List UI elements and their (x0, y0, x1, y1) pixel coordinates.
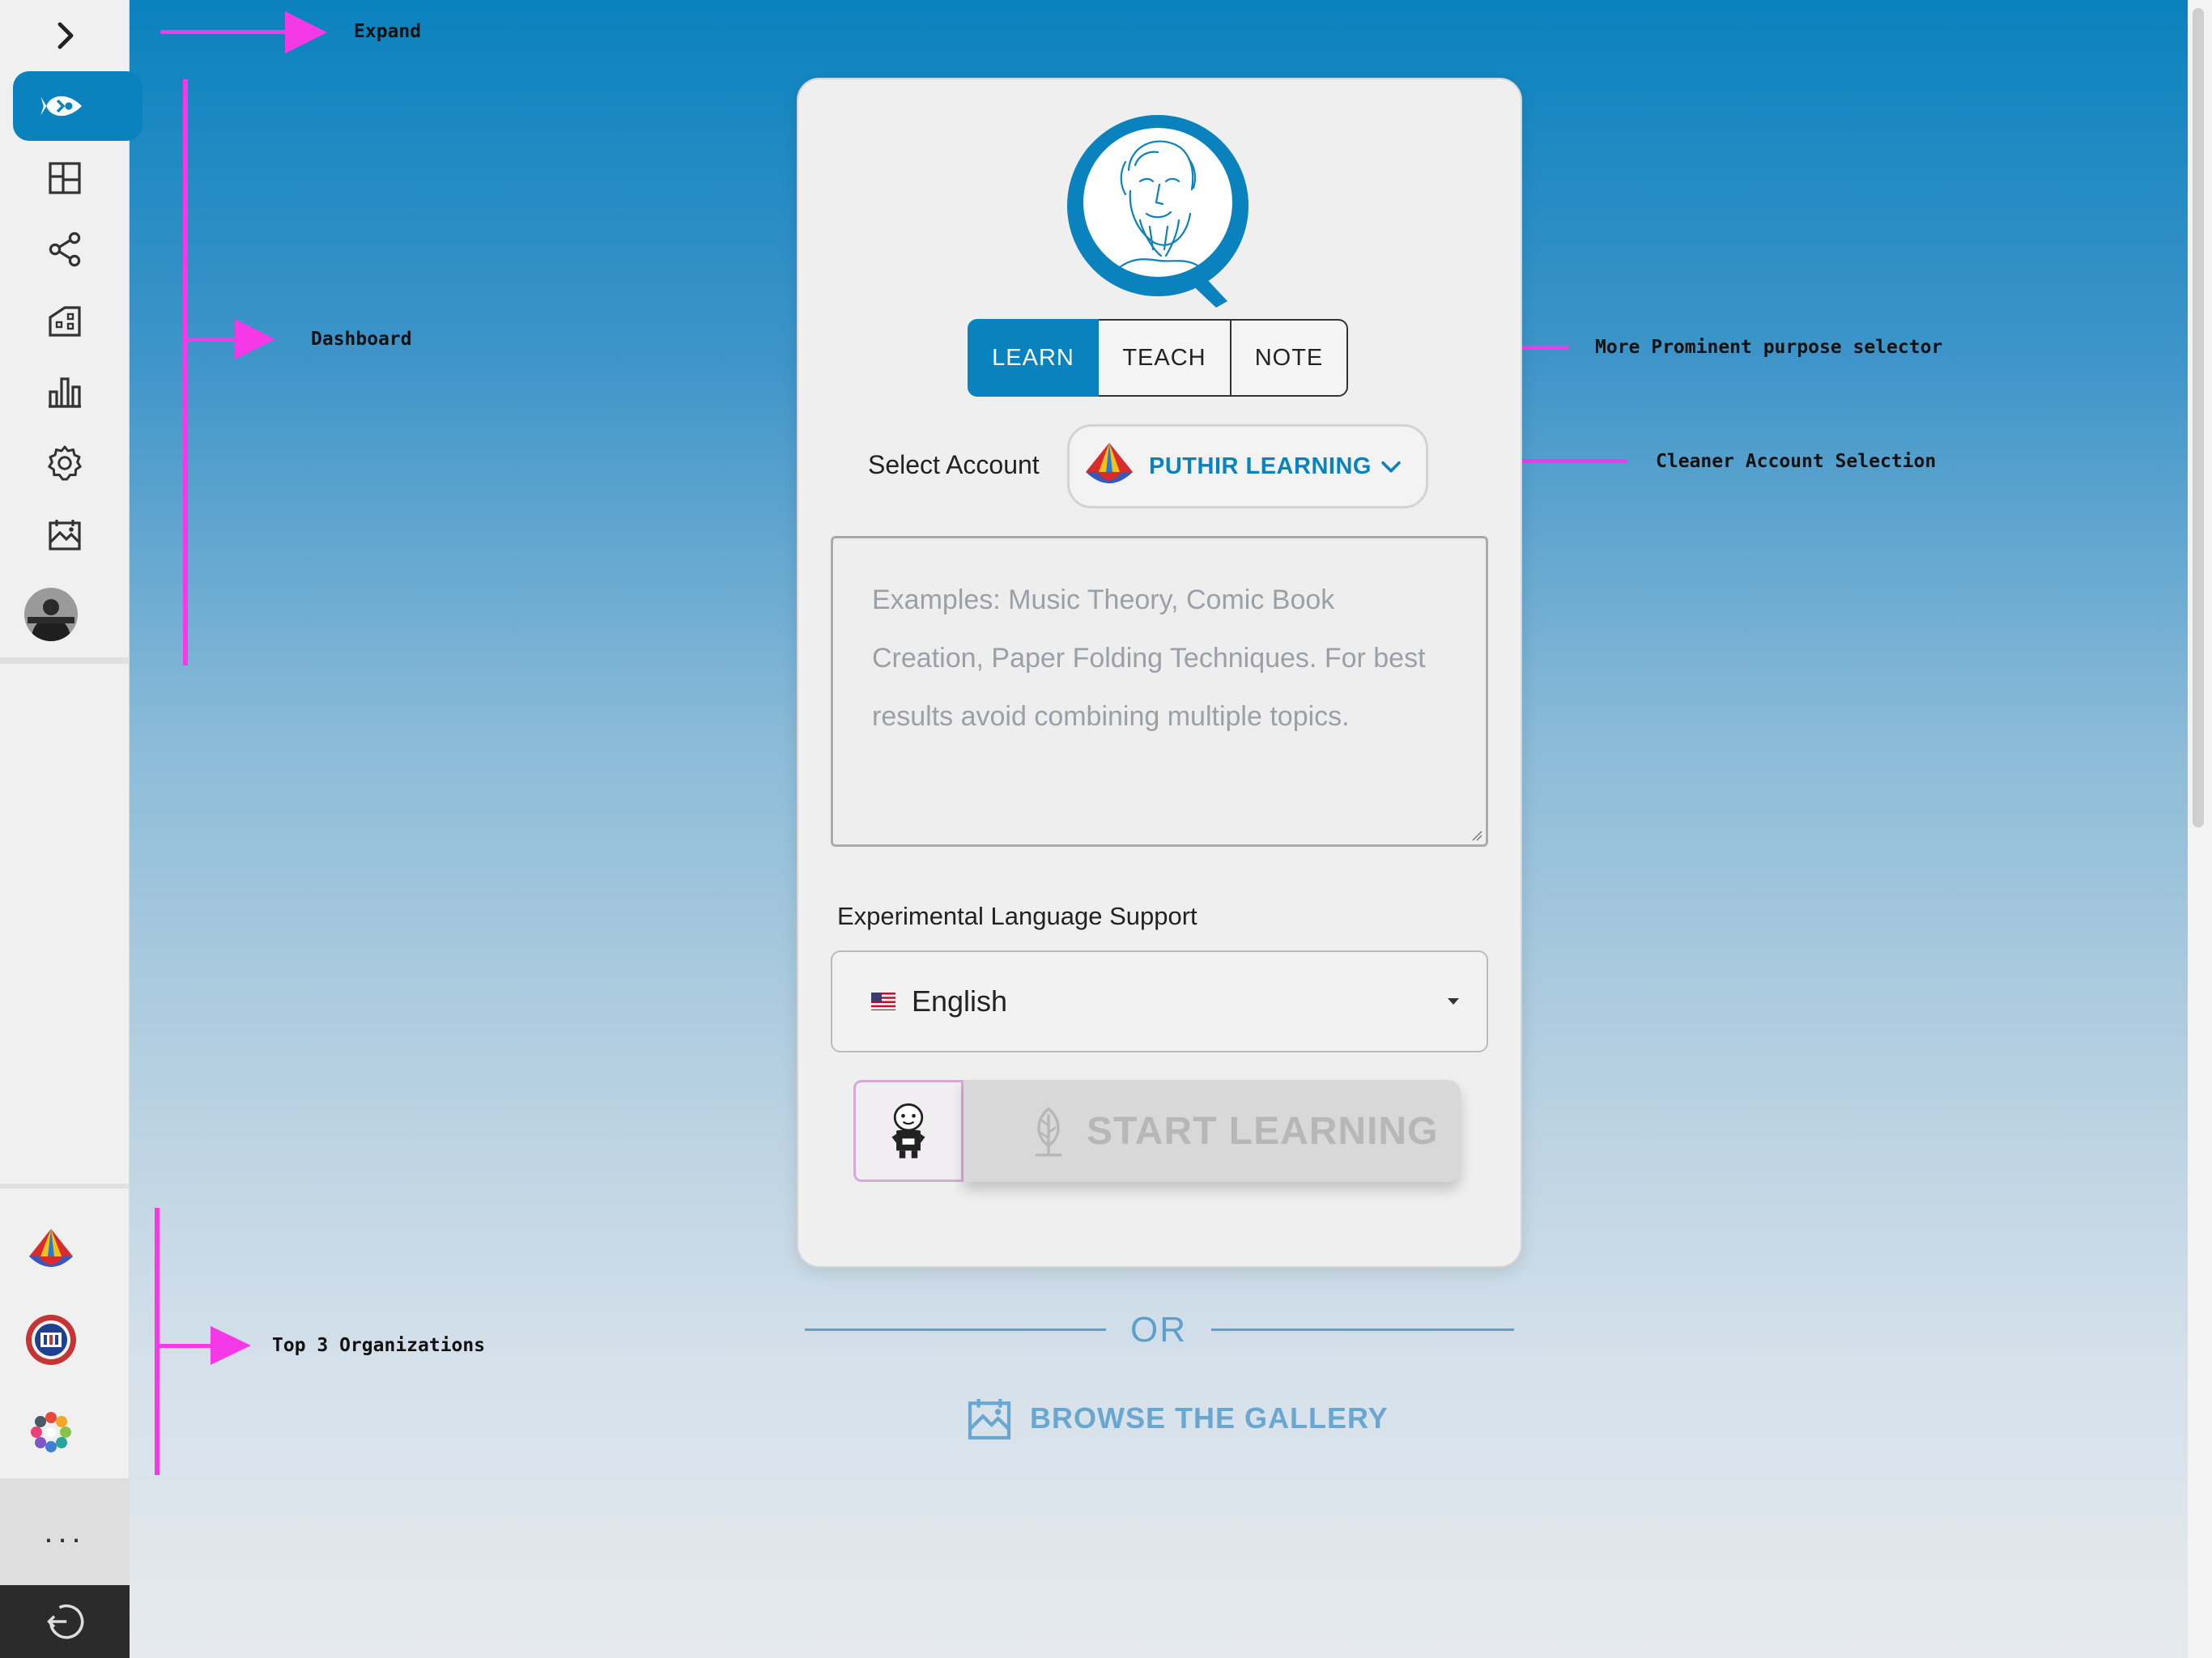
more-icon: ... (44, 1513, 86, 1550)
annotation-dashboard-label: Dashboard (311, 329, 412, 350)
divider-line-right (1211, 1329, 1514, 1331)
jfr-logo-icon (26, 1315, 76, 1365)
resize-grip-icon[interactable] (1470, 828, 1482, 841)
building-icon (49, 306, 81, 337)
account-selector[interactable]: PUTHIR LEARNING (1067, 424, 1428, 508)
dashboard-layout-icon (49, 162, 81, 194)
divider-line-left (805, 1329, 1106, 1331)
language-select[interactable]: English (831, 950, 1488, 1052)
or-divider-label: OR (1130, 1310, 1187, 1350)
org-jfr[interactable] (24, 1313, 78, 1367)
sidebar-item-analytics[interactable] (0, 359, 130, 424)
rocket-fish-icon (40, 96, 82, 117)
language-label: Experimental Language Support (837, 902, 1197, 930)
sidebar: ... (0, 0, 143, 1658)
scrollbar-thumb[interactable] (2193, 8, 2204, 827)
org-colorful-ring[interactable] (24, 1405, 78, 1459)
annotation-bracket-orgs (155, 1208, 160, 1475)
sidebar-item-organizations[interactable] (0, 288, 130, 353)
annotation-expand-label: Expand (354, 21, 422, 42)
user-avatar[interactable] (24, 588, 78, 641)
account-name: PUTHIR LEARNING (1149, 453, 1372, 479)
topic-input[interactable]: Examples: Music Theory, Comic Book Creat… (831, 536, 1488, 847)
language-value: English (912, 984, 1008, 1018)
sidebar-item-share[interactable] (0, 217, 130, 282)
puthir-learning-logo-icon (1086, 443, 1133, 483)
sidebar-item-home[interactable] (13, 71, 143, 141)
leaf-icon (1036, 1107, 1061, 1157)
annotation-purpose-label: More Prominent purpose selector (1595, 337, 1943, 358)
sidebar-item-gallery[interactable] (0, 502, 130, 567)
socrates-q-logo (1067, 115, 1249, 308)
annotation-arrow-orgs (155, 1344, 219, 1348)
annotation-arrowhead (285, 11, 327, 53)
logout-icon (47, 1604, 84, 1639)
annotation-arrowhead (211, 1326, 251, 1365)
gear-icon (48, 445, 82, 481)
tab-learn[interactable]: LEARN (968, 319, 1099, 397)
caret-down-icon (1448, 998, 1459, 1005)
sidebar-item-settings[interactable] (0, 431, 130, 495)
user-avatar-image (24, 588, 78, 641)
topic-placeholder: Examples: Music Theory, Comic Book Creat… (872, 585, 1426, 732)
gallery-icon (49, 520, 81, 551)
chevron-right-icon (57, 22, 74, 49)
annotation-orgs-label: Top 3 Organizations (272, 1335, 486, 1356)
tab-teach[interactable]: TEACH (1099, 319, 1231, 397)
start-learning-label: START LEARNING (1087, 1109, 1439, 1153)
annotation-arrowhead (235, 319, 275, 359)
bar-chart-icon (49, 377, 81, 408)
expand-button[interactable] (0, 2, 130, 70)
share-icon (49, 232, 81, 267)
select-account-label: Select Account (868, 450, 1040, 479)
browse-gallery-label: BROWSE THE GALLERY (1030, 1401, 1389, 1435)
org-puthir-learning[interactable] (24, 1224, 78, 1278)
start-learning-button[interactable]: START LEARNING (963, 1080, 1461, 1182)
mascot-icon (891, 1103, 925, 1158)
gallery-icon (968, 1399, 1011, 1440)
app-root: ... Expand Dashboard More Prominent purp… (0, 0, 2212, 1658)
browse-gallery-link[interactable]: BROWSE THE GALLERY (963, 1392, 1389, 1444)
annotation-account-label: Cleaner Account Selection (1656, 451, 1937, 472)
chevron-down-icon (1381, 461, 1401, 473)
annotation-bracket-dashboard (183, 79, 188, 665)
start-controls: START LEARNING (853, 1080, 1461, 1182)
purpose-selector: LEARN TEACH NOTE (968, 319, 1348, 397)
colorful-ring-logo-icon (25, 1406, 77, 1458)
mascot-button[interactable] (853, 1080, 963, 1182)
more-button[interactable]: ... (0, 1478, 130, 1585)
sidebar-divider (0, 657, 130, 664)
logout-button[interactable] (0, 1585, 130, 1658)
us-flag-icon (871, 993, 895, 1010)
sidebar-item-dashboard[interactable] (0, 146, 130, 210)
annotation-arrow-expand (160, 30, 290, 34)
puthir-learning-logo-icon (25, 1225, 77, 1277)
tab-note[interactable]: NOTE (1231, 319, 1348, 397)
sidebar-divider (0, 1184, 130, 1188)
